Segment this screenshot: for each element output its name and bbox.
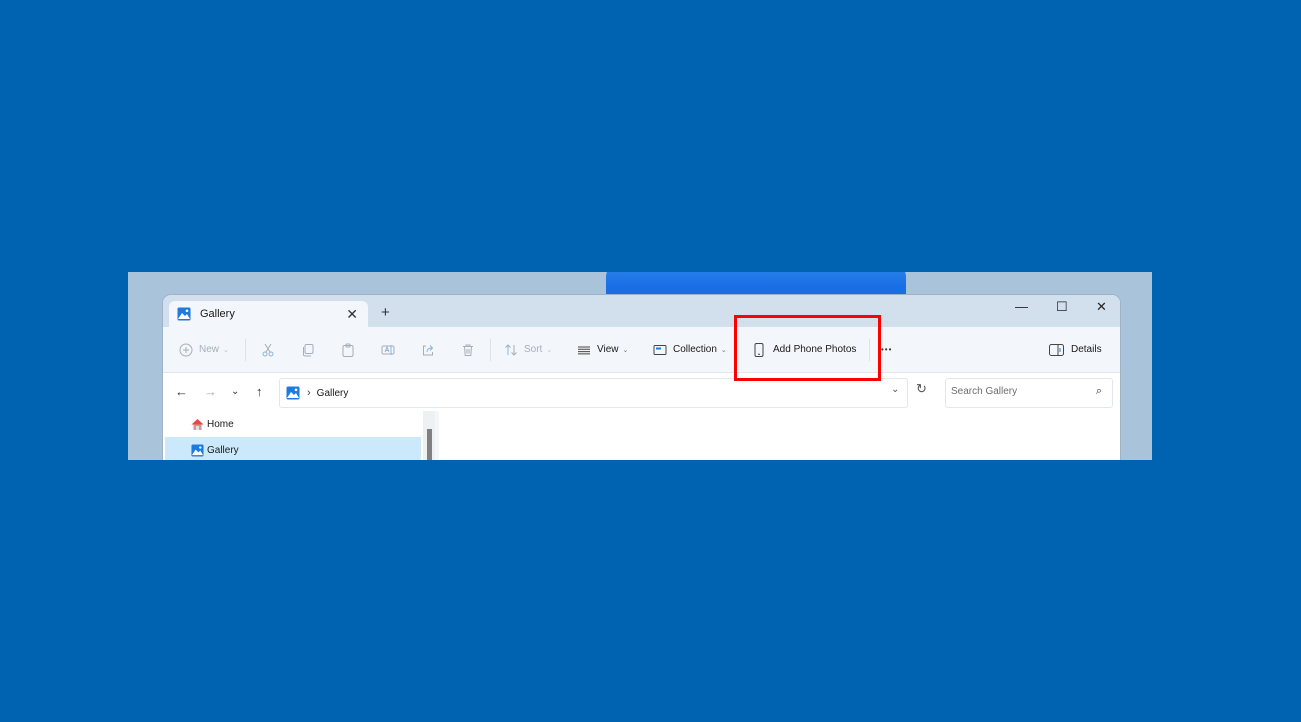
gallery-icon [191,443,204,457]
gallery-icon [177,307,191,321]
sidebar-item-home[interactable]: Home [165,411,421,437]
new-label: New [199,344,220,355]
recent-locations-button[interactable]: ⌄ [231,386,239,397]
sidebar-item-gallery[interactable]: Gallery [165,437,421,460]
breadcrumb-gallery[interactable]: Gallery [317,388,349,399]
toolbar-divider [245,339,246,361]
sort-label: Sort [524,344,543,355]
new-button[interactable]: New ⌄ [179,327,229,372]
more-icon: ••• [881,345,893,354]
collection-button[interactable]: Collection ⌄ [653,327,727,372]
delete-button[interactable] [461,327,475,372]
rename-icon [381,344,395,355]
gallery-icon [286,386,300,400]
search-icon[interactable]: ⌕ [1096,385,1102,398]
chevron-down-icon: ⌄ [223,346,229,354]
home-icon [191,418,204,430]
details-button[interactable]: Details [1049,327,1102,372]
view-button[interactable]: View ⌄ [577,327,628,372]
forward-button[interactable]: → [204,384,217,399]
sort-icon [505,343,517,356]
new-tab-button[interactable]: + [381,304,390,321]
toolbar-divider [869,339,870,361]
collection-label: Collection [673,344,717,355]
phone-icon [754,342,764,357]
copy-button[interactable] [301,327,315,372]
view-lines-icon [578,346,590,354]
toolbar-divider [490,339,491,361]
plus-circle-icon [179,343,193,356]
navigation-bar: ← → ⌄ ↑ › Gallery ⌄ ↻ ⌕ [163,373,1120,411]
address-bar[interactable]: › Gallery [279,378,908,408]
add-phone-photos-label: Add Phone Photos [773,344,857,355]
cut-icon [262,343,274,356]
details-pane-icon [1049,343,1064,356]
paste-icon [342,343,354,357]
sidebar-item-label: Home [207,418,234,430]
sidebar-scrollbar-thumb[interactable] [427,429,432,460]
share-icon [423,344,434,355]
breadcrumb-separator: › [307,387,311,399]
file-explorer-window: Gallery ✕ + — ☐ ✕ New ⌄ Sort ⌄ View ⌄ Co… [163,295,1120,460]
paste-button[interactable] [341,327,355,372]
navigation-pane: Home Gallery [163,411,425,460]
more-options-button[interactable]: ••• [881,327,892,372]
content-area [439,411,1120,460]
maximize-button[interactable]: ☐ [1056,299,1068,315]
title-bar: Gallery ✕ + — ☐ ✕ [163,295,1120,327]
search-input[interactable] [951,386,1081,397]
sort-button[interactable]: Sort ⌄ [504,327,552,372]
tab-close-icon[interactable]: ✕ [346,306,358,323]
chevron-down-icon: ⌄ [546,346,553,354]
copy-icon [303,343,314,356]
collection-icon [653,344,667,355]
close-window-button[interactable]: ✕ [1096,299,1107,315]
share-button[interactable] [421,327,435,372]
rename-button[interactable] [381,327,395,372]
sidebar-item-label: Gallery [207,444,239,456]
cut-button[interactable] [261,327,275,372]
tab-label: Gallery [200,308,235,320]
minimize-button[interactable]: — [1015,299,1028,314]
address-history-dropdown[interactable]: ⌄ [891,384,899,395]
command-bar: New ⌄ Sort ⌄ View ⌄ Collection ⌄ Add Pho… [163,327,1120,373]
add-phone-photos-button[interactable]: Add Phone Photos [753,327,856,372]
search-box[interactable]: ⌕ [945,378,1113,408]
details-label: Details [1071,344,1102,355]
screenshot-frame: Gallery ✕ + — ☐ ✕ New ⌄ Sort ⌄ View ⌄ Co… [128,272,1152,460]
refresh-button[interactable]: ↻ [916,381,927,397]
up-button[interactable]: ↑ [256,384,263,399]
chevron-down-icon: ⌄ [720,346,727,354]
back-button[interactable]: ← [175,384,188,399]
chevron-down-icon: ⌄ [622,346,629,354]
tab-gallery[interactable]: Gallery ✕ [169,301,368,327]
trash-icon [463,344,473,356]
view-label: View [597,344,619,355]
